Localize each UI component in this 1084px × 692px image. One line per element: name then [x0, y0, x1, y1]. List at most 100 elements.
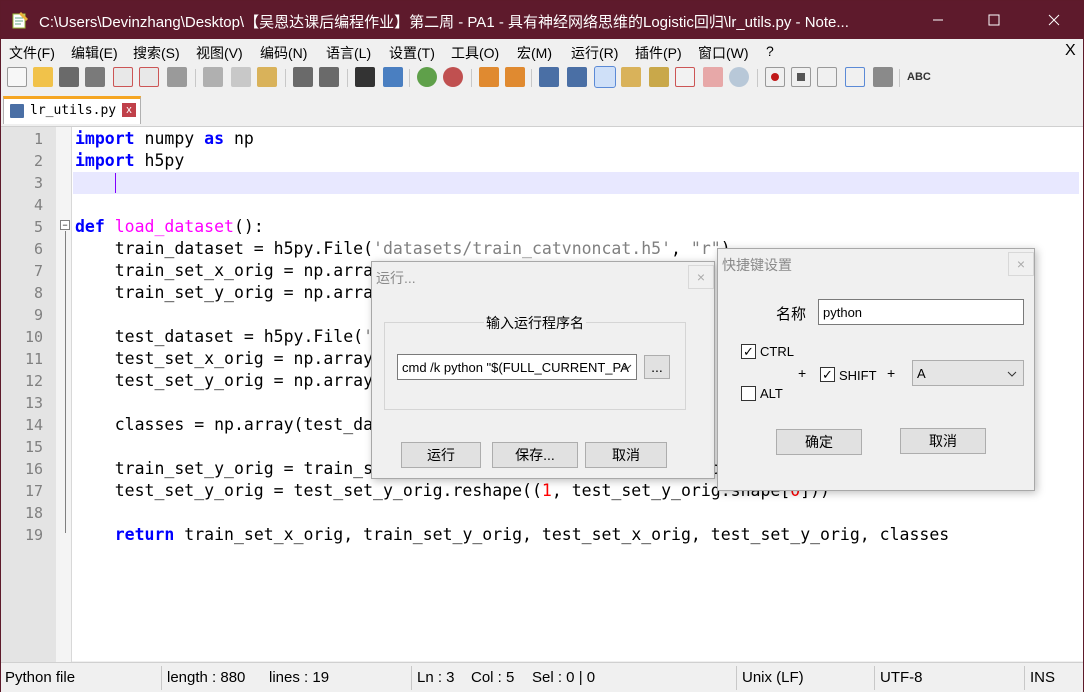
- sync-vertical-icon[interactable]: [479, 67, 499, 87]
- save-macro-icon[interactable]: [873, 67, 893, 87]
- name-label: 名称: [776, 306, 807, 323]
- spell-check-icon[interactable]: ABC: [907, 67, 931, 87]
- line-number: 16: [24, 460, 43, 478]
- menu-settings[interactable]: 设置(T): [389, 43, 435, 63]
- toolbar-separator: [195, 69, 196, 87]
- line-number: 11: [24, 350, 43, 368]
- folder-workspace-icon[interactable]: [703, 67, 723, 87]
- plus-sign: +: [798, 365, 807, 381]
- save-icon[interactable]: [59, 67, 79, 87]
- toolbar-separator: [471, 69, 472, 87]
- menu-language[interactable]: 语言(L): [326, 43, 371, 63]
- new-file-icon[interactable]: [7, 67, 27, 87]
- fold-toggle-icon[interactable]: −: [60, 220, 70, 230]
- cut-icon[interactable]: [203, 67, 223, 87]
- document-map-icon[interactable]: [649, 67, 669, 87]
- shortcut-cancel-button[interactable]: 取消: [900, 428, 986, 454]
- undo-icon[interactable]: [293, 67, 313, 87]
- show-all-chars-icon[interactable]: [567, 67, 587, 87]
- toolbar-separator: [899, 69, 900, 87]
- save-all-icon[interactable]: [85, 67, 105, 87]
- browse-button[interactable]: ...: [644, 355, 670, 379]
- fold-guide-line: [65, 231, 66, 533]
- minimize-button[interactable]: [915, 1, 961, 39]
- shortcut-dialog-close-button[interactable]: ×: [1008, 252, 1034, 276]
- print-icon[interactable]: [167, 67, 187, 87]
- line-number: 4: [33, 196, 43, 214]
- notepadpp-window: C:\Users\Devinzhang\Desktop\【吴恩达课后编程作业】第…: [0, 0, 1084, 692]
- window-title: C:\Users\Devinzhang\Desktop\【吴恩达课后编程作业】第…: [39, 14, 849, 31]
- status-separator: [874, 666, 875, 690]
- find-icon[interactable]: [355, 67, 375, 87]
- word-wrap-icon[interactable]: [539, 67, 559, 87]
- run-dialog: 运行... × 输入运行程序名 cmd /k python "$(FULL_CU…: [371, 261, 715, 479]
- run-cancel-button[interactable]: 取消: [585, 442, 667, 468]
- status-insert-mode: INS: [1030, 669, 1056, 686]
- tab-close-icon[interactable]: x: [122, 103, 136, 117]
- record-macro-icon[interactable]: [765, 67, 785, 87]
- alt-label: ALT: [760, 386, 783, 401]
- toolbar-separator: [409, 69, 410, 87]
- paste-icon[interactable]: [257, 67, 277, 87]
- close-icon: [1048, 14, 1060, 26]
- shortcut-ok-button[interactable]: 确定: [776, 429, 862, 455]
- line-number: 3: [33, 174, 43, 192]
- menu-tools[interactable]: 工具(O): [451, 43, 499, 63]
- status-file-type: Python file: [5, 669, 76, 686]
- menu-file[interactable]: 文件(F): [9, 43, 55, 63]
- line-number: 8: [33, 284, 43, 302]
- status-sel: Sel : 0 | 0: [532, 669, 596, 686]
- open-file-icon[interactable]: [33, 67, 53, 87]
- stop-macro-icon[interactable]: [791, 67, 811, 87]
- copy-icon[interactable]: [231, 67, 251, 87]
- ctrl-checkbox[interactable]: ✓: [741, 344, 756, 359]
- monitoring-icon[interactable]: [729, 67, 749, 87]
- menu-help[interactable]: ?: [766, 43, 774, 59]
- menu-encoding[interactable]: 编码(N): [260, 43, 307, 63]
- run-button[interactable]: 运行: [401, 442, 481, 468]
- line-number: 14: [24, 416, 43, 434]
- code-line: return train_set_x_orig, train_set_y_ori…: [114, 525, 950, 544]
- shortcut-name-field[interactable]: python: [818, 299, 1024, 325]
- run-macro-multiple-icon[interactable]: [845, 67, 865, 87]
- minimize-icon: [933, 19, 943, 21]
- function-list-icon[interactable]: [675, 67, 695, 87]
- alt-checkbox[interactable]: [741, 386, 756, 401]
- shift-checkbox[interactable]: ✓: [820, 367, 835, 382]
- shortcut-dialog-title: 快捷键设置: [722, 257, 792, 273]
- command-group-label: 输入运行程序名: [484, 313, 586, 333]
- save-command-button[interactable]: 保存...: [492, 442, 578, 468]
- text-caret: [115, 173, 116, 193]
- play-macro-icon[interactable]: [817, 67, 837, 87]
- menu-plugins[interactable]: 插件(P): [635, 43, 682, 63]
- toolbar-separator: [285, 69, 286, 87]
- status-ln: Ln : 3: [417, 669, 455, 686]
- menu-macro[interactable]: 宏(M): [517, 43, 552, 63]
- redo-icon[interactable]: [319, 67, 339, 87]
- menu-run[interactable]: 运行(R): [571, 43, 618, 63]
- close-button[interactable]: [1031, 1, 1077, 39]
- key-select[interactable]: A: [912, 360, 1024, 386]
- replace-icon[interactable]: [383, 67, 403, 87]
- code-line: import numpy as np: [75, 129, 254, 148]
- tab-lr-utils[interactable]: lr_utils.py x: [3, 96, 141, 124]
- run-dialog-close-button[interactable]: ×: [688, 265, 714, 289]
- zoom-out-icon[interactable]: [443, 67, 463, 87]
- menu-window[interactable]: 窗口(W): [698, 43, 749, 63]
- menu-view[interactable]: 视图(V): [196, 43, 243, 63]
- udl-icon[interactable]: [621, 67, 641, 87]
- command-combobox[interactable]: cmd /k python "$(FULL_CURRENT_PA: [397, 354, 637, 380]
- status-lines: lines : 19: [269, 669, 330, 686]
- zoom-in-icon[interactable]: [417, 67, 437, 87]
- close-file-icon[interactable]: [113, 67, 133, 87]
- maximize-button[interactable]: [971, 1, 1017, 39]
- close-document-button[interactable]: X: [1065, 42, 1076, 60]
- shortcut-dialog: 快捷键设置 × 名称 python ✓ CTRL ALT + ✓ SHIFT +…: [717, 248, 1035, 491]
- close-all-icon[interactable]: [139, 67, 159, 87]
- menu-search[interactable]: 搜索(S): [133, 43, 180, 63]
- indent-guide-icon[interactable]: [594, 66, 616, 88]
- line-number: 19: [24, 526, 43, 544]
- sync-horizontal-icon[interactable]: [505, 67, 525, 87]
- file-saved-icon: [10, 104, 24, 118]
- menu-edit[interactable]: 编辑(E): [71, 43, 118, 63]
